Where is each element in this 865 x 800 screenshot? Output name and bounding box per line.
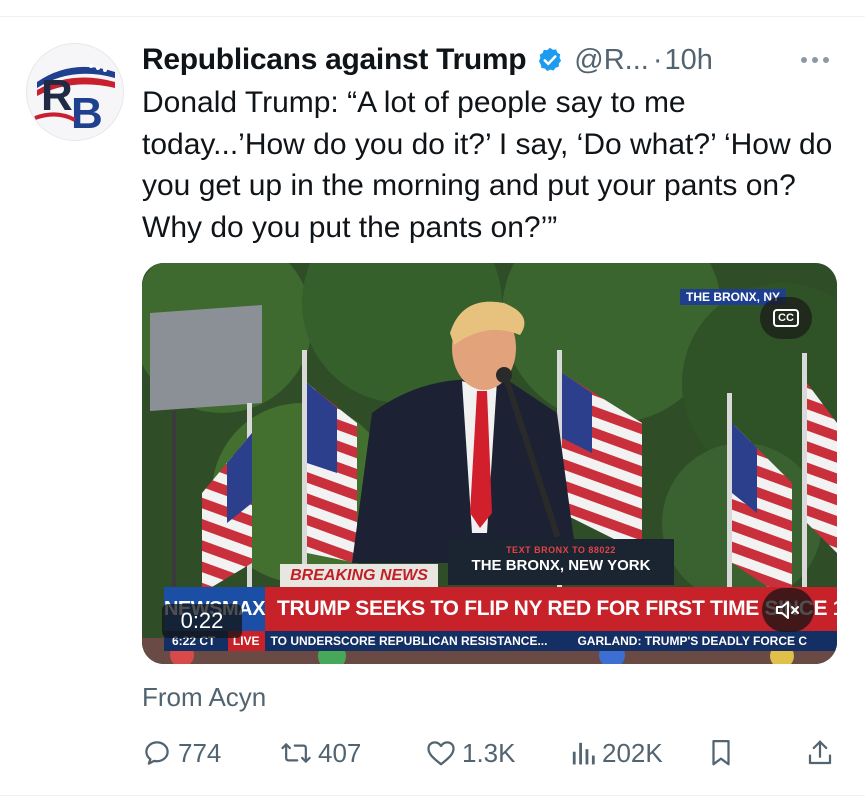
views-icon (572, 742, 595, 765)
cc-icon: CC (773, 309, 799, 327)
podium-text-small: TEXT BRONX TO 88022 (506, 545, 616, 555)
like-button[interactable]: 1.3K (426, 733, 516, 773)
more-icon-dot (823, 57, 829, 63)
more-icon (801, 57, 807, 63)
handle[interactable]: @R... (574, 44, 649, 77)
source-attribution[interactable]: From Acyn (142, 682, 266, 713)
display-name[interactable]: Republicans against Trump (142, 43, 527, 77)
tweet-text: Donald Trump: “A lot of people say to me… (142, 86, 833, 244)
bottom-divider (0, 795, 865, 796)
podium-sign: TEXT BRONX TO 88022 THE BRONX, NEW YORK (448, 539, 674, 585)
repost-icon (281, 743, 311, 763)
share-icon (808, 740, 832, 765)
separator-dot: · (652, 43, 663, 76)
more-options-button[interactable] (790, 44, 840, 76)
avatar-logo-icon: R B (27, 44, 123, 140)
repost-button[interactable]: 407 (280, 733, 361, 773)
news-ticker: 6:22 CT LIVE TO UNDERSCORE REPUBLICAN RE… (164, 631, 837, 651)
repost-count: 407 (318, 737, 362, 768)
like-icon (427, 741, 455, 766)
video-duration: 0:22 (162, 604, 242, 638)
views-button[interactable]: 202K (570, 733, 663, 773)
reply-button[interactable]: 774 (142, 733, 221, 773)
bookmark-icon (712, 740, 730, 766)
avatar[interactable]: R B (26, 43, 124, 141)
svg-text:B: B (71, 89, 103, 138)
more-icon-dot (812, 57, 818, 63)
ticker-text: TO UNDERSCORE REPUBLICAN RESISTANCE... (270, 634, 548, 648)
ticker-text: GARLAND: TRUMP'S DEADLY FORCE C (577, 634, 807, 648)
views-count: 202K (602, 737, 663, 768)
news-headline: TRUMP SEEKS TO FLIP NY RED FOR FIRST TIM… (276, 597, 837, 620)
verified-icon (536, 46, 564, 74)
podium-text-big: THE BRONX, NEW YORK (471, 557, 651, 574)
video-player[interactable]: THE BRONX, NY CC TEXT BRONX TO 88022 THE… (142, 263, 837, 664)
captions-button[interactable]: CC (760, 297, 812, 339)
timestamp[interactable]: 10h (664, 44, 712, 77)
top-divider (0, 16, 865, 17)
reply-count: 774 (178, 737, 222, 768)
action-bar: 774 407 1.3K 202K (142, 733, 842, 773)
tweet-header: Republicans against Trump @R... · 10h (142, 40, 713, 80)
news-chyron: NEWSMAX TRUMP SEEKS TO FLIP NY RED FOR F… (164, 587, 837, 631)
like-count: 1.3K (462, 737, 516, 768)
mute-icon (776, 601, 799, 619)
share-button[interactable] (806, 733, 834, 773)
bookmark-button[interactable] (708, 733, 734, 773)
mute-button[interactable] (762, 588, 814, 632)
reply-icon (145, 741, 169, 765)
breaking-news-label: BREAKING NEWS (280, 564, 438, 588)
